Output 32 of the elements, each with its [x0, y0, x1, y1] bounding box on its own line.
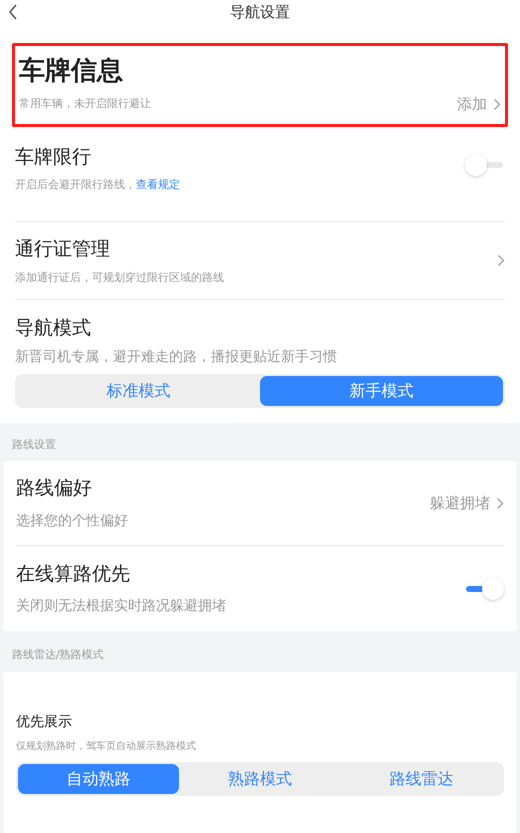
chevron-right-icon — [497, 254, 505, 267]
row-title: 在线算路优先 — [16, 562, 131, 587]
row-title: 路线偏好 — [16, 476, 93, 502]
section-heading: 路线雷达/熟路模式 — [11, 647, 105, 663]
row-subtitle: 新晋司机专属，避开难走的路，播报更贴近新手习惯 — [15, 348, 338, 366]
segment-tab[interactable]: 熟路模式 — [179, 764, 341, 794]
row-subtitle: 选择您的个性偏好 — [16, 512, 128, 531]
row-title: 导航模式 — [15, 316, 92, 341]
row-subtitle: 添加通行证后，可规划穿过限行区域的路线 — [15, 270, 224, 286]
page-title: 导航设置 — [230, 2, 290, 24]
plate-info-title: 车牌信息 — [19, 54, 124, 87]
segment-tab[interactable]: 新手模式 — [260, 376, 503, 406]
segment-tab[interactable]: 标准模式 — [17, 376, 260, 406]
row-subtitle: 仅规划熟路时，驾车页自动展示熟路模式 — [16, 740, 197, 754]
plate-info-subtitle: 常用车辆，未开启限行避让 — [19, 96, 151, 112]
add-label: 添加 — [457, 94, 487, 115]
chevron-right-icon — [493, 98, 501, 110]
toggle-switch[interactable] — [464, 576, 504, 600]
section-heading: 路线设置 — [11, 436, 57, 452]
row-value: 躲避拥堵 — [430, 492, 490, 514]
plate-info-row[interactable]: 车牌信息 常用车辆，未开启限行避让 添加 — [12, 43, 508, 127]
back-icon[interactable] — [8, 4, 18, 20]
chevron-right-icon — [496, 496, 504, 510]
row-title: 车牌限行 — [15, 144, 92, 170]
segment-tab[interactable]: 自动熟路 — [18, 764, 180, 794]
row-title: 通行证管理 — [15, 237, 111, 262]
toggle-switch[interactable] — [465, 152, 505, 176]
view-rules-link[interactable]: 查看规定 — [136, 177, 180, 194]
row-subtitle: 开启后会避开限行路线， — [15, 177, 136, 193]
row-subtitle: 关闭则无法根据实时路况躲避拥堵 — [16, 597, 226, 616]
row-title: 优先展示 — [16, 712, 73, 732]
segment-tab[interactable]: 路线雷达 — [340, 764, 502, 794]
